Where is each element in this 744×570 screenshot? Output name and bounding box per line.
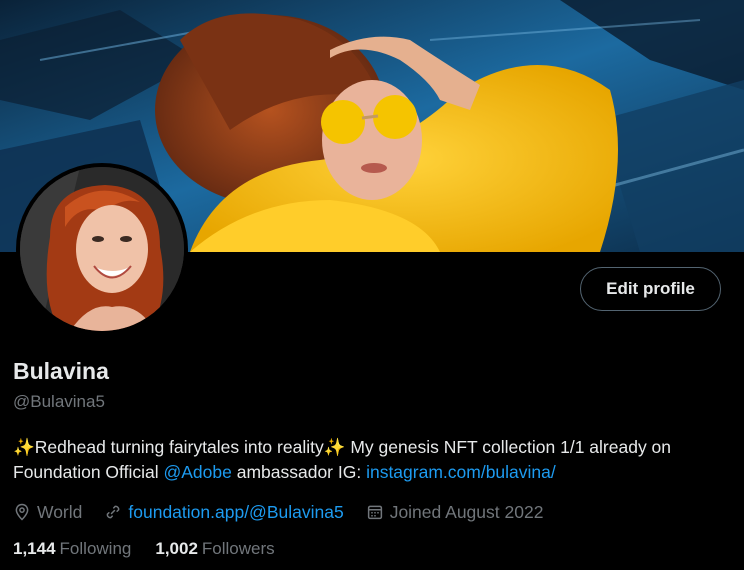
joined-item: Joined August 2022 xyxy=(366,501,544,523)
website-item: foundation.app/@Bulavina5 xyxy=(104,502,344,523)
bio-mention-link[interactable]: @Adobe xyxy=(163,462,231,482)
bio-instagram-link[interactable]: instagram.com/bulavina/ xyxy=(366,462,556,482)
follow-stats: 1,144 Following 1,002 Followers xyxy=(13,539,299,559)
following-label: Following xyxy=(59,539,132,558)
profile-meta: World foundation.app/@Bulavina5 Joined A… xyxy=(13,499,565,525)
joined-text: Joined August 2022 xyxy=(389,501,544,522)
avatar-image xyxy=(20,167,184,331)
following-link[interactable]: 1,144 Following xyxy=(13,539,131,559)
followers-count: 1,002 xyxy=(155,539,198,558)
followers-link[interactable]: 1,002 Followers xyxy=(155,539,274,559)
avatar[interactable] xyxy=(20,167,184,331)
location-item: World xyxy=(13,502,82,523)
avatar-border[interactable] xyxy=(16,163,188,335)
edit-profile-button[interactable]: Edit profile xyxy=(580,267,721,311)
calendar-icon xyxy=(367,505,382,520)
link-icon xyxy=(107,505,120,519)
profile-bio: ✨Redhead turning fairytales into reality… xyxy=(13,435,728,485)
website-link[interactable]: foundation.app/@Bulavina5 xyxy=(128,502,343,523)
user-handle: @Bulavina5 xyxy=(13,392,105,411)
location-pin-icon xyxy=(15,503,29,521)
followers-label: Followers xyxy=(201,539,275,558)
following-count: 1,144 xyxy=(13,539,56,558)
display-name: Bulavina xyxy=(13,358,109,384)
bio-text: ambassador IG: xyxy=(231,462,367,482)
location-text: World xyxy=(37,501,83,522)
